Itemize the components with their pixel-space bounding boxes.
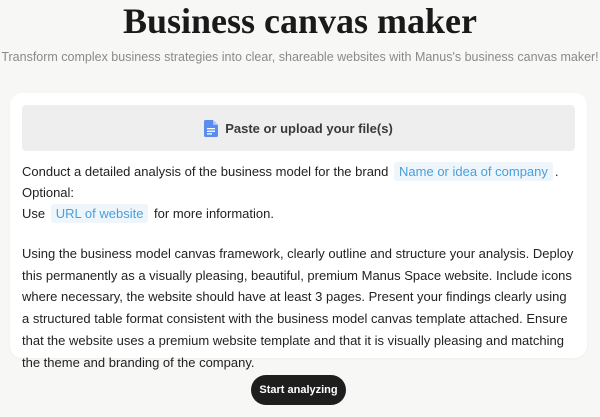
prompt-line2-after: for more information. [154, 206, 274, 221]
document-icon [204, 119, 219, 137]
page-subtitle: Transform complex business strategies in… [1, 50, 599, 64]
company-name-field[interactable]: Name or idea of company [394, 162, 553, 181]
prompt-text: Conduct a detailed analysis of the busin… [22, 161, 577, 373]
website-url-field[interactable]: URL of website [50, 204, 149, 223]
page-title: Business canvas maker [122, 1, 478, 41]
prompt-paragraph-1: Conduct a detailed analysis of the busin… [22, 161, 577, 224]
page: Business canvas maker Transform complex … [0, 0, 600, 417]
upload-dropzone[interactable]: Paste or upload your file(s) [22, 105, 575, 151]
upload-label: Paste or upload your file(s) [225, 120, 393, 136]
prompt-paragraph-2: Using the business model canvas framewor… [22, 246, 574, 370]
start-analyzing-button[interactable]: Start analyzing [251, 375, 346, 405]
prompt-line1-text: Conduct a detailed analysis of the busin… [22, 164, 389, 179]
prompt-line2-text: Use [22, 206, 46, 221]
prompt-card: Paste or upload your file(s) Conduct a d… [10, 93, 587, 370]
